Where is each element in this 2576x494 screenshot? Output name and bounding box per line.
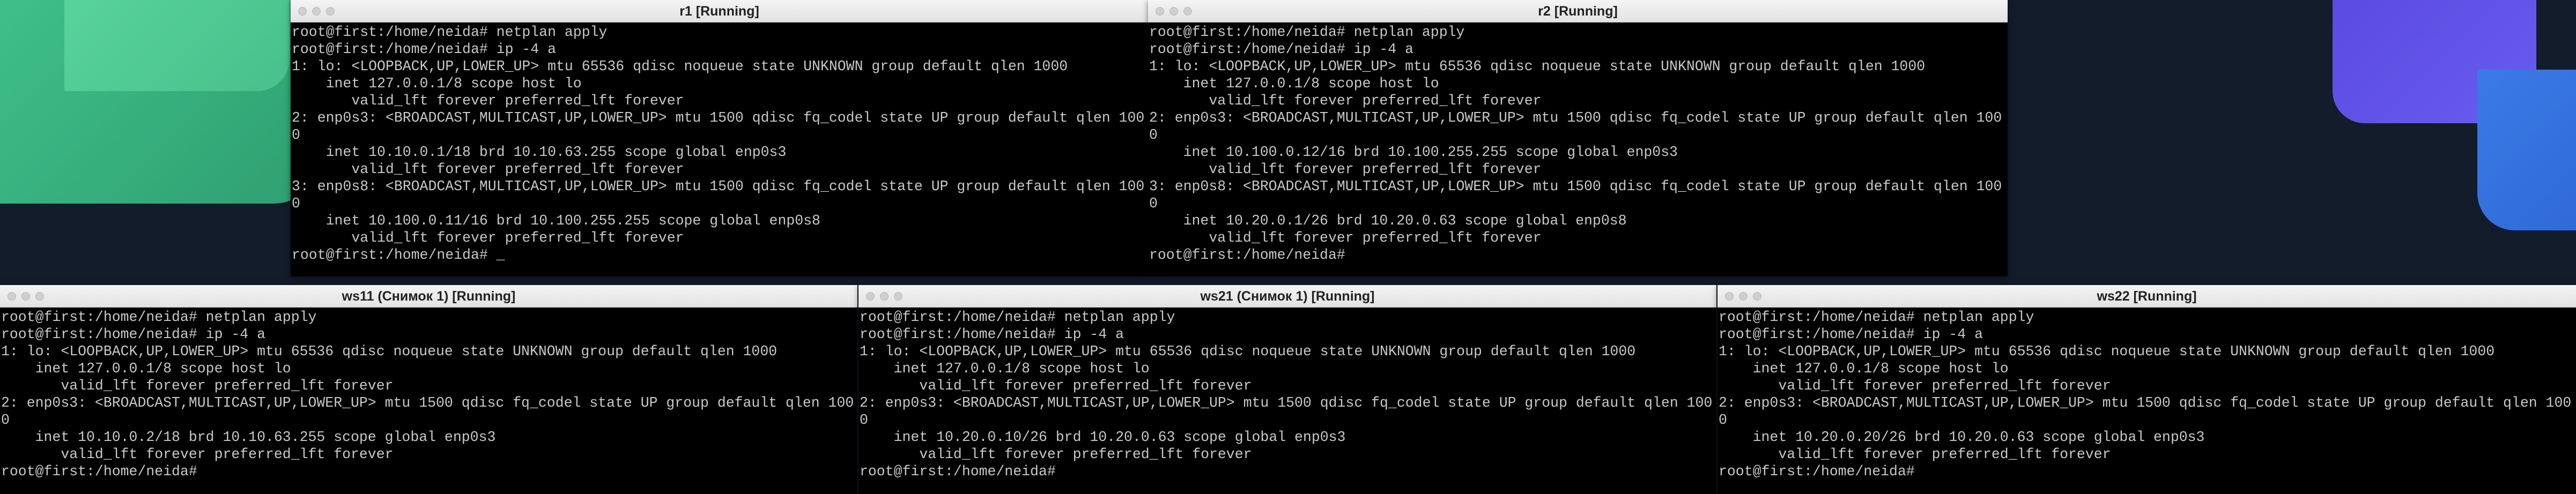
console-line: valid_lft forever preferred_lft forever <box>1149 161 1542 177</box>
console-line: 2: enp0s3: <BROADCAST,MULTICAST,UP,LOWER… <box>1149 110 2002 126</box>
console-line: 2: enp0s3: <BROADCAST,MULTICAST,UP,LOWER… <box>1719 395 2572 411</box>
console-line: valid_lft forever preferred_lft forever <box>1 378 394 394</box>
console-line: 1: lo: <LOOPBACK,UP,LOWER_UP> mtu 65536 … <box>1719 343 2495 360</box>
console-line: inet 10.20.0.10/26 brd 10.20.0.63 scope … <box>860 429 1346 445</box>
console-line: root@first:/home/neida# ip -4 a <box>292 41 556 57</box>
console-output: root@first:/home/neida# netplan apply roo… <box>1148 23 2008 264</box>
console-output: root@first:/home/neida# netplan apply roo… <box>1718 308 2576 480</box>
console-line: inet 127.0.0.1/8 scope host lo <box>1719 361 2009 377</box>
console-line: root@first:/home/neida# <box>1 463 197 480</box>
console-line: 2: enp0s3: <BROADCAST,MULTICAST,UP,LOWER… <box>860 395 1713 411</box>
console-line: root@first:/home/neida# netplan apply <box>292 24 608 40</box>
vm-console-screen[interactable]: root@first:/home/neida# netplan apply roo… <box>291 23 1148 276</box>
wallpaper-shape-green-light <box>64 0 290 91</box>
console-line: 3: enp0s8: <BROADCAST,MULTICAST,UP,LOWER… <box>1149 178 2002 194</box>
console-line: valid_lft forever preferred_lft forever <box>1 446 394 462</box>
console-line: valid_lft forever preferred_lft forever <box>860 446 1252 462</box>
console-output: root@first:/home/neida# netplan apply roo… <box>858 308 1716 480</box>
console-line: inet 127.0.0.1/8 scope host lo <box>1 361 291 377</box>
console-line: inet 10.20.0.20/26 brd 10.20.0.63 scope … <box>1719 429 2205 445</box>
console-line: inet 10.100.0.11/16 brd 10.100.255.255 s… <box>292 213 820 229</box>
titlebar[interactable]: ws21 (Снимок 1) [Running] <box>858 285 1716 308</box>
console-line: valid_lft forever preferred_lft forever <box>860 378 1252 394</box>
console-output: root@first:/home/neida# netplan apply roo… <box>291 23 1148 264</box>
console-line: root@first:/home/neida# netplan apply <box>1719 309 2034 325</box>
titlebar[interactable]: r2 [Running] <box>1148 0 2008 23</box>
console-line: 0 <box>860 412 868 428</box>
console-line: 1: lo: <LOOPBACK,UP,LOWER_UP> mtu 65536 … <box>860 343 1636 360</box>
vm-window-r2[interactable]: r2 [Running] root@first:/home/neida# net… <box>1148 0 2008 276</box>
console-line: inet 10.10.0.2/18 brd 10.10.63.255 scope… <box>1 429 496 445</box>
vm-console-screen[interactable]: root@first:/home/neida# netplan apply roo… <box>1718 308 2576 494</box>
vm-console-screen[interactable]: root@first:/home/neida# netplan apply roo… <box>1148 23 2008 276</box>
titlebar[interactable]: ws11 (Снимок 1) [Running] <box>0 285 857 308</box>
vm-window-r1[interactable]: r1 [Running] root@first:/home/neida# net… <box>291 0 1148 276</box>
console-line: root@first:/home/neida# netplan apply <box>1 309 317 325</box>
console-line: root@first:/home/neida# ip -4 a <box>1149 41 1413 57</box>
titlebar[interactable]: ws22 [Running] <box>1718 285 2576 308</box>
console-line: 0 <box>292 196 300 212</box>
console-line: inet 10.100.0.12/16 brd 10.100.255.255 s… <box>1149 144 1678 160</box>
console-line: 0 <box>1149 127 1158 143</box>
vm-console-screen[interactable]: root@first:/home/neida# netplan apply roo… <box>0 308 857 494</box>
console-line: root@first:/home/neida# ip -4 a <box>860 326 1124 342</box>
console-line: valid_lft forever preferred_lft forever <box>1719 446 2111 462</box>
console-line: valid_lft forever preferred_lft forever <box>1149 230 1542 246</box>
console-line: 0 <box>1149 196 1158 212</box>
console-line: root@first:/home/neida# ip -4 a <box>1 326 265 342</box>
console-line: valid_lft forever preferred_lft forever <box>1149 93 1542 109</box>
console-line: 1: lo: <LOOPBACK,UP,LOWER_UP> mtu 65536 … <box>292 58 1068 74</box>
wallpaper-shape-blue <box>2477 70 2576 230</box>
console-line: valid_lft forever preferred_lft forever <box>292 230 684 246</box>
titlebar[interactable]: r1 [Running] <box>291 0 1148 23</box>
window-title: r1 [Running] <box>679 4 759 19</box>
console-line: 1: lo: <LOOPBACK,UP,LOWER_UP> mtu 65536 … <box>1149 58 1926 74</box>
console-line: root@first:/home/neida# <box>1149 247 1345 263</box>
vm-window-ws22[interactable]: ws22 [Running] root@first:/home/neida# n… <box>1718 285 2576 494</box>
console-line: inet 127.0.0.1/8 scope host lo <box>1149 76 1439 92</box>
console-line: inet 127.0.0.1/8 scope host lo <box>860 361 1150 377</box>
console-line: root@first:/home/neida# ip -4 a <box>1719 326 1983 342</box>
vm-window-ws11[interactable]: ws11 (Снимок 1) [Running] root@first:/ho… <box>0 285 857 494</box>
console-output: root@first:/home/neida# netplan apply roo… <box>0 308 857 480</box>
console-line: root@first:/home/neida# netplan apply <box>860 309 1175 325</box>
console-line: 2: enp0s3: <BROADCAST,MULTICAST,UP,LOWER… <box>292 110 1145 126</box>
console-line: 0 <box>1719 412 1727 428</box>
window-title: ws11 (Снимок 1) [Running] <box>342 289 516 304</box>
vm-console-screen[interactable]: root@first:/home/neida# netplan apply roo… <box>858 308 1716 494</box>
console-line: root@first:/home/neida# netplan apply <box>1149 24 1465 40</box>
console-line: 2: enp0s3: <BROADCAST,MULTICAST,UP,LOWER… <box>1 395 854 411</box>
window-title: ws21 (Снимок 1) [Running] <box>1200 289 1375 304</box>
console-line: inet 10.20.0.1/26 brd 10.20.0.63 scope g… <box>1149 213 1627 229</box>
console-line: 1: lo: <LOOPBACK,UP,LOWER_UP> mtu 65536 … <box>1 343 778 360</box>
console-line: 3: enp0s8: <BROADCAST,MULTICAST,UP,LOWER… <box>292 178 1145 194</box>
console-line: inet 127.0.0.1/8 scope host lo <box>292 76 582 92</box>
window-title: ws22 [Running] <box>2097 289 2197 304</box>
console-line: inet 10.10.0.1/18 brd 10.10.63.255 scope… <box>292 144 787 160</box>
console-line: valid_lft forever preferred_lft forever <box>292 161 684 177</box>
window-title: r2 [Running] <box>1538 4 1618 19</box>
console-line: 0 <box>292 127 300 143</box>
console-line: root@first:/home/neida# <box>1719 463 1915 480</box>
console-line: 0 <box>1 412 10 428</box>
console-line: root@first:/home/neida# <box>860 463 1056 480</box>
vm-window-ws21[interactable]: ws21 (Снимок 1) [Running] root@first:/ho… <box>858 285 1716 494</box>
console-line: valid_lft forever preferred_lft forever <box>1719 378 2111 394</box>
console-line: valid_lft forever preferred_lft forever <box>292 93 684 109</box>
console-line: root@first:/home/neida# _ <box>292 247 505 263</box>
